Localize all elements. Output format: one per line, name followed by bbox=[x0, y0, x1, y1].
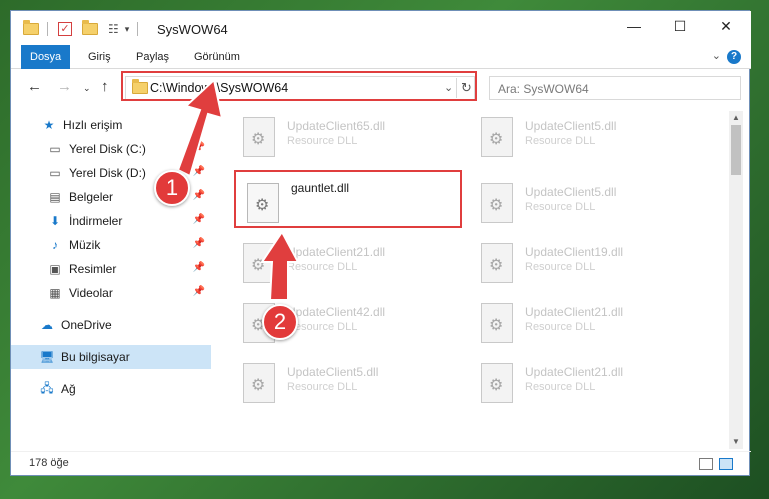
step-badge-1: 1 bbox=[154, 170, 190, 206]
step-badge-2: 2 bbox=[262, 304, 298, 340]
annotation-arrows bbox=[176, 78, 300, 301]
arrow-to-file bbox=[260, 230, 300, 301]
arrow-to-address bbox=[176, 78, 224, 178]
